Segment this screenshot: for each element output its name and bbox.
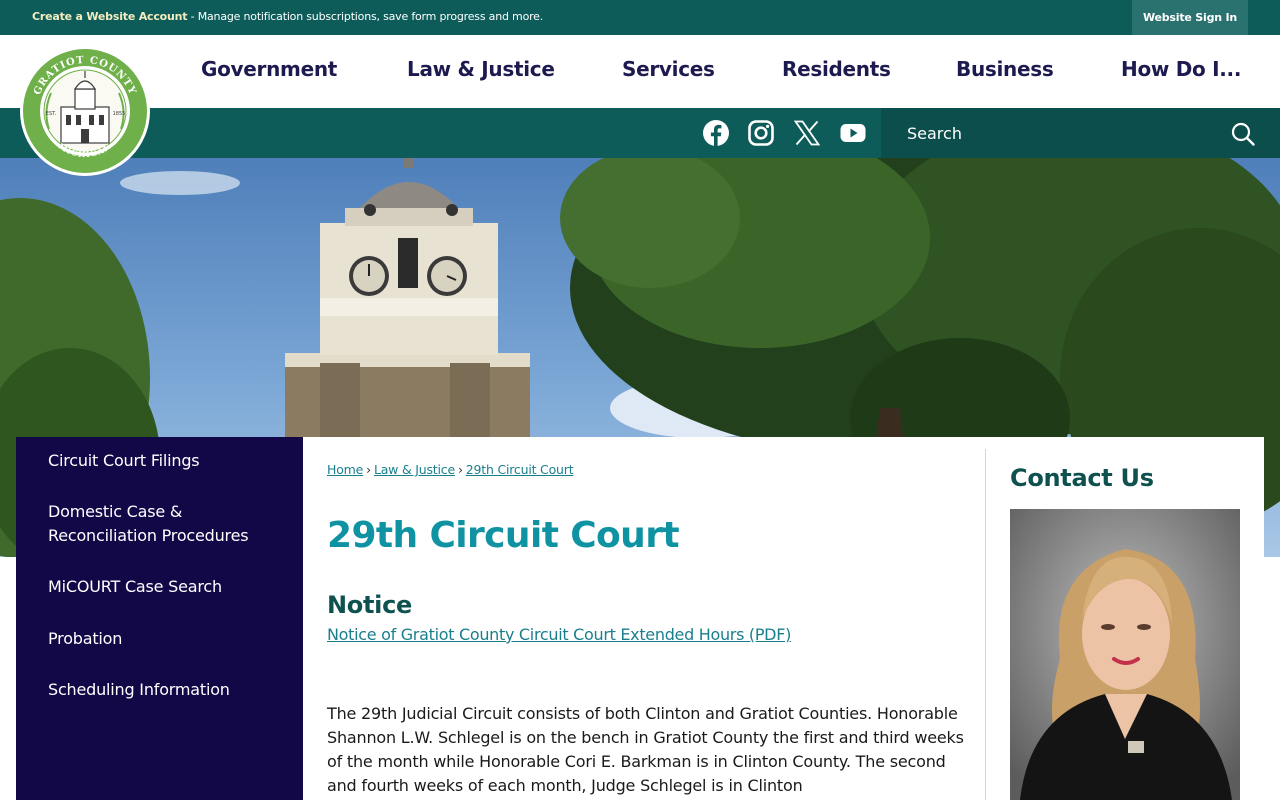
side-nav-domestic-case-procedures[interactable]: Domestic Case & Reconciliation Procedure… xyxy=(16,500,303,548)
side-nav-probation[interactable]: Probation xyxy=(16,627,303,651)
seal-right-text: 1855 xyxy=(113,111,126,117)
side-nav-scheduling-information[interactable]: Scheduling Information xyxy=(16,678,303,702)
search-icon[interactable] xyxy=(1230,121,1256,147)
nav-item-business[interactable]: Business xyxy=(956,57,1054,81)
intro-paragraph: The 29th Judicial Circuit consists of bo… xyxy=(327,704,964,795)
nav-item-law-justice[interactable]: Law & Justice xyxy=(407,57,555,81)
x-twitter-icon[interactable] xyxy=(793,119,821,147)
nav-item-government[interactable]: Government xyxy=(201,57,337,81)
contact-us-heading: Contact Us xyxy=(1010,464,1154,492)
notification-bar: Create a Website Account - Manage notifi… xyxy=(0,0,1280,35)
instagram-icon[interactable] xyxy=(747,119,775,147)
nav-item-how-do-i[interactable]: How Do I... xyxy=(1121,57,1241,81)
breadcrumb-current[interactable]: 29th Circuit Court xyxy=(466,462,574,477)
nav-item-services[interactable]: Services xyxy=(622,57,715,81)
notification-text: - Manage notification subscriptions, sav… xyxy=(187,10,544,23)
notice-pdf-link[interactable]: Notice of Gratiot County Circuit Court E… xyxy=(327,625,791,644)
website-sign-in-button[interactable]: Website Sign In xyxy=(1132,0,1248,35)
breadcrumb: Home › Law & Justice › 29th Circuit Court xyxy=(327,462,574,477)
gratiot-county-seal-logo[interactable]: GRATIOT COUNTY MICHIGAN EST. 1855 xyxy=(19,45,151,177)
breadcrumb-separator: › xyxy=(366,462,371,477)
facebook-icon[interactable] xyxy=(702,119,730,147)
youtube-icon[interactable] xyxy=(839,119,867,147)
main-content: Home › Law & Justice › 29th Circuit Court 29… xyxy=(303,437,985,800)
page-title: 29th Circuit Court xyxy=(327,515,680,556)
social-search-band xyxy=(0,108,1280,158)
side-nav-circuit-court-filings[interactable]: Circuit Court Filings xyxy=(16,449,303,473)
contact-aside: Contact Us xyxy=(985,437,1264,800)
breadcrumb-separator: › xyxy=(457,462,463,477)
seal-left-text: EST. xyxy=(46,111,57,117)
breadcrumb-law-justice[interactable]: Law & Justice xyxy=(374,462,455,477)
breadcrumb-home[interactable]: Home xyxy=(327,462,363,477)
notification-message: Create a Website Account - Manage notifi… xyxy=(32,10,543,23)
nav-item-residents[interactable]: Residents xyxy=(782,57,891,81)
section-side-nav: Circuit Court Filings Domestic Case & Re… xyxy=(16,437,303,800)
notice-heading: Notice xyxy=(327,591,412,619)
side-nav-micourt-case-search[interactable]: MiCOURT Case Search xyxy=(16,575,303,599)
search-box xyxy=(881,108,1280,158)
create-account-link[interactable]: Create a Website Account xyxy=(32,10,188,23)
search-input[interactable] xyxy=(881,108,1221,158)
aside-divider xyxy=(985,449,986,800)
judge-portrait-photo xyxy=(1010,509,1240,800)
main-nav: Government Law & Justice Services Reside… xyxy=(0,35,1280,108)
